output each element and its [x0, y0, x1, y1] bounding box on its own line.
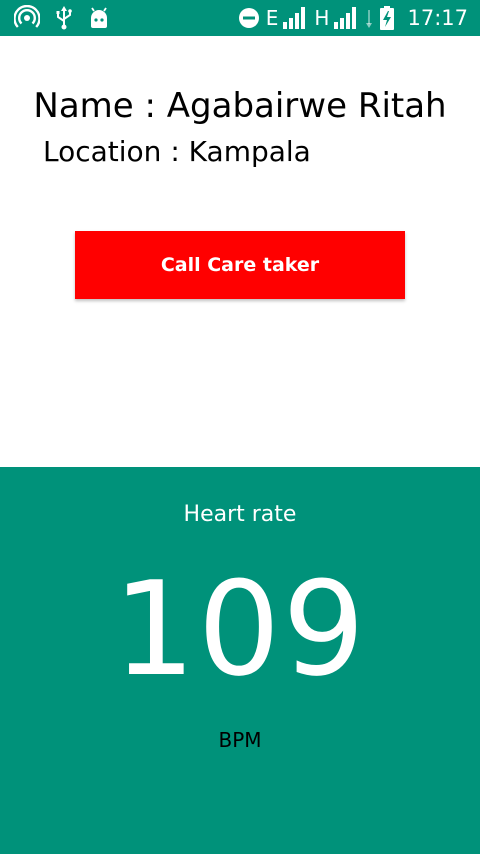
heart-rate-value: 109 — [112, 553, 368, 705]
patient-location: Location : Kampala — [43, 135, 311, 168]
heart-rate-title: Heart rate — [183, 502, 297, 527]
battery-charging-icon — [379, 5, 395, 31]
signal-h-icon — [333, 6, 359, 30]
wifi-hotspot-icon — [14, 5, 40, 31]
app-screen: E H 17:17 Name: Agabairwe Ritah Locatio… — [0, 0, 480, 854]
do-not-disturb-icon — [238, 7, 260, 29]
status-bar: E H 17:17 — [0, 0, 480, 36]
heart-rate-panel: Heart rate 109 BPM — [0, 467, 480, 854]
patient-name: Name : Agabairwe Ritah — [33, 86, 447, 126]
call-caretaker-button[interactable]: Call Care taker — [75, 231, 405, 299]
android-debug-icon — [88, 6, 110, 30]
signal-e-icon — [282, 6, 308, 30]
usb-icon — [54, 5, 74, 31]
status-bar-clock: 17:17 — [407, 6, 468, 30]
network-type-e-label: E — [265, 6, 279, 30]
network-type-h-label: H — [314, 6, 330, 30]
status-bar-right: E H 17:17 — [238, 4, 468, 32]
status-bar-left — [14, 4, 110, 32]
data-transfer-icon — [365, 6, 373, 30]
heart-rate-unit: BPM — [218, 728, 262, 752]
